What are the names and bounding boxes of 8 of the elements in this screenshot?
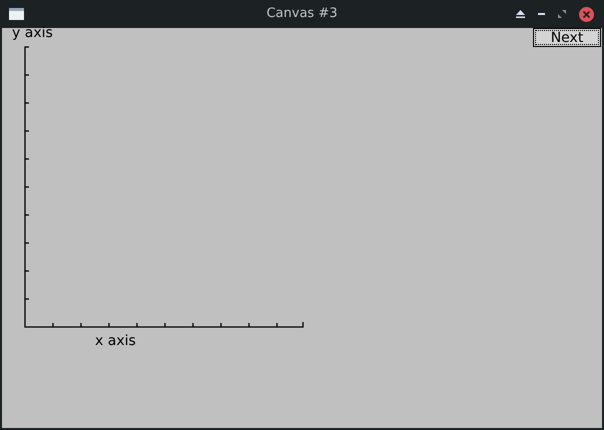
window-title: Canvas #3 bbox=[266, 6, 338, 21]
axis-label: x axis bbox=[95, 333, 136, 349]
eject-icon[interactable] bbox=[516, 10, 525, 18]
axis-label: y axis bbox=[12, 25, 53, 41]
next-button[interactable]: Next bbox=[533, 28, 601, 47]
restore-icon[interactable] bbox=[558, 10, 566, 18]
window-icon bbox=[9, 8, 24, 20]
close-icon[interactable] bbox=[579, 6, 594, 22]
